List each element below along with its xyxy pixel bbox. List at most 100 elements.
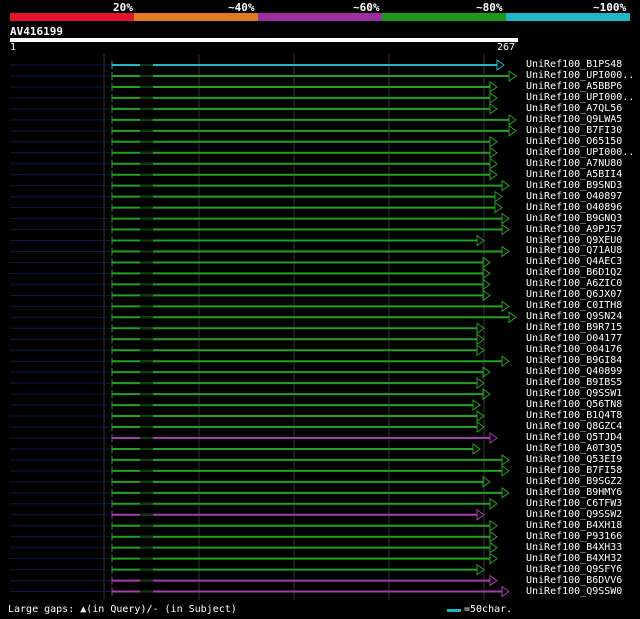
hit-label[interactable]: UniRef100_A5BBP6 bbox=[526, 81, 622, 92]
hit-row[interactable] bbox=[10, 278, 491, 291]
hit-label[interactable]: UniRef100_Q9XEU0 bbox=[526, 235, 622, 246]
hit-label[interactable]: UniRef100_B7FI58 bbox=[526, 465, 622, 476]
hit-label[interactable]: UniRef100_Q53EI9 bbox=[526, 454, 622, 465]
hit-row[interactable] bbox=[10, 552, 498, 565]
hit-label[interactable]: UniRef100_Q8GZC4 bbox=[526, 421, 622, 432]
hit-row[interactable] bbox=[10, 135, 498, 148]
hit-row[interactable] bbox=[10, 256, 491, 269]
hit-row[interactable] bbox=[10, 475, 491, 488]
hit-row[interactable] bbox=[10, 453, 510, 466]
hit-label[interactable]: UniRef100_B9HMY6 bbox=[526, 487, 622, 498]
hit-row[interactable] bbox=[10, 157, 498, 170]
hit-label[interactable]: UniRef100_B4XH18 bbox=[526, 520, 622, 531]
hit-label[interactable]: UniRef100_P93166 bbox=[526, 531, 622, 542]
hit-label[interactable]: UniRef100_O40897 bbox=[526, 191, 622, 202]
hit-label[interactable]: UniRef100_B9SND3 bbox=[526, 180, 622, 191]
hit-row[interactable] bbox=[10, 179, 510, 192]
hit-label[interactable]: UniRef100_Q71AU8 bbox=[526, 245, 622, 256]
hit-row[interactable] bbox=[10, 432, 498, 444]
hit-row[interactable] bbox=[10, 300, 510, 313]
hit-row[interactable] bbox=[10, 102, 498, 115]
hit-row[interactable] bbox=[10, 59, 505, 71]
hit-label[interactable]: UniRef100_B9IBS5 bbox=[526, 377, 622, 388]
hit-label[interactable]: UniRef100_Q9SSW2 bbox=[526, 509, 622, 520]
hit-label[interactable]: UniRef100_A0T3Q5 bbox=[526, 443, 622, 454]
hit-row[interactable] bbox=[10, 541, 498, 554]
hit-row[interactable] bbox=[10, 322, 485, 335]
hit-row[interactable] bbox=[10, 563, 485, 576]
hit-row[interactable] bbox=[10, 146, 498, 159]
hit-label[interactable]: UniRef100_B9SGZ2 bbox=[526, 476, 622, 487]
hit-label[interactable]: UniRef100_B9R715 bbox=[526, 322, 622, 333]
hit-row[interactable] bbox=[10, 223, 510, 236]
hit-label[interactable]: UniRef100_Q40899 bbox=[526, 366, 622, 377]
hit-row[interactable] bbox=[10, 355, 510, 368]
hit-row[interactable] bbox=[10, 69, 517, 82]
hit-label[interactable]: UniRef100_B9GI84 bbox=[526, 355, 622, 366]
hit-label[interactable]: UniRef100_O04176 bbox=[526, 344, 622, 355]
hit-row[interactable] bbox=[10, 442, 481, 455]
hit-row[interactable] bbox=[10, 289, 491, 302]
hit-label[interactable]: UniRef100_Q9SSW0 bbox=[526, 586, 622, 597]
hit-row[interactable] bbox=[10, 113, 517, 126]
hit-label[interactable]: UniRef100_B4XH33 bbox=[526, 542, 622, 553]
hit-label[interactable]: UniRef100_A7QL56 bbox=[526, 103, 622, 114]
hit-row[interactable] bbox=[10, 124, 517, 137]
hit-label[interactable]: UniRef100_B6D1Q2 bbox=[526, 267, 622, 278]
hit-label[interactable]: UniRef100_UPI000.. bbox=[526, 92, 634, 103]
hit-label[interactable]: UniRef100_B7FI30 bbox=[526, 125, 622, 136]
hit-label[interactable]: UniRef100_Q4AEC3 bbox=[526, 256, 622, 267]
hit-row[interactable] bbox=[10, 212, 510, 225]
hit-row[interactable] bbox=[10, 377, 485, 390]
hit-label[interactable]: UniRef100_A7NU80 bbox=[526, 158, 622, 169]
hit-row[interactable] bbox=[10, 410, 485, 423]
hit-row[interactable] bbox=[10, 267, 491, 280]
hit-label[interactable]: UniRef100_A5BII4 bbox=[526, 169, 622, 180]
hit-row[interactable] bbox=[10, 585, 510, 598]
hit-label[interactable]: UniRef100_UPI000.. bbox=[526, 147, 634, 158]
hit-row[interactable] bbox=[10, 201, 503, 214]
hit-label[interactable]: UniRef100_A9PJS7 bbox=[526, 224, 622, 235]
hit-label[interactable]: UniRef100_B4XH32 bbox=[526, 553, 622, 564]
hit-row[interactable] bbox=[10, 519, 498, 532]
hit-end-arrow bbox=[489, 91, 498, 104]
hit-label[interactable]: UniRef100_C6TFW3 bbox=[526, 498, 622, 509]
hit-row[interactable] bbox=[10, 508, 485, 521]
hit-row[interactable] bbox=[10, 311, 517, 324]
hit-label[interactable]: UniRef100_A6ZIC0 bbox=[526, 278, 622, 289]
hit-label[interactable]: UniRef100_B9GNQ3 bbox=[526, 213, 622, 224]
hit-row[interactable] bbox=[10, 497, 498, 510]
hit-row[interactable] bbox=[10, 190, 503, 203]
hit-row[interactable] bbox=[10, 80, 498, 93]
hit-row[interactable] bbox=[10, 168, 498, 181]
hit-label[interactable]: UniRef100_C0ITH8 bbox=[526, 300, 622, 311]
hit-label[interactable]: UniRef100_Q56TN8 bbox=[526, 399, 622, 410]
hit-row[interactable] bbox=[10, 344, 485, 357]
hit-label[interactable]: UniRef100_Q6JX07 bbox=[526, 289, 622, 300]
hit-label[interactable]: UniRef100_Q9SSW1 bbox=[526, 388, 622, 399]
hit-row[interactable] bbox=[10, 421, 485, 433]
hit-label[interactable]: UniRef100_O04177 bbox=[526, 333, 622, 344]
hit-label[interactable]: UniRef100_O65150 bbox=[526, 136, 622, 147]
hit-row[interactable] bbox=[10, 333, 485, 346]
hit-row[interactable] bbox=[10, 366, 491, 379]
hit-label[interactable]: UniRef100_Q9LWA5 bbox=[526, 114, 622, 125]
hit-label[interactable]: UniRef100_B6DVV6 bbox=[526, 575, 622, 586]
hit-label[interactable]: UniRef100_B1PS48 bbox=[526, 59, 622, 70]
hit-label[interactable]: UniRef100_B1Q4T8 bbox=[526, 410, 622, 421]
hit-label[interactable]: UniRef100_Q9SFY6 bbox=[526, 564, 622, 575]
hit-row[interactable] bbox=[10, 530, 498, 543]
hit-label[interactable]: UniRef100_Q5TJD4 bbox=[526, 432, 622, 443]
hit-row[interactable] bbox=[10, 388, 491, 401]
hit-label[interactable]: UniRef100_O40896 bbox=[526, 202, 622, 213]
hit-row[interactable] bbox=[10, 91, 498, 104]
hit-row[interactable] bbox=[10, 464, 510, 477]
hit-row[interactable] bbox=[10, 234, 485, 247]
hit-row[interactable] bbox=[10, 399, 481, 412]
hit-end-arrow bbox=[489, 157, 498, 170]
hit-label[interactable]: UniRef100_UPI000.. bbox=[526, 70, 634, 81]
hit-row[interactable] bbox=[10, 574, 498, 587]
hit-row[interactable] bbox=[10, 245, 510, 258]
hit-label[interactable]: UniRef100_Q9SN24 bbox=[526, 311, 622, 322]
hit-row[interactable] bbox=[10, 486, 510, 499]
